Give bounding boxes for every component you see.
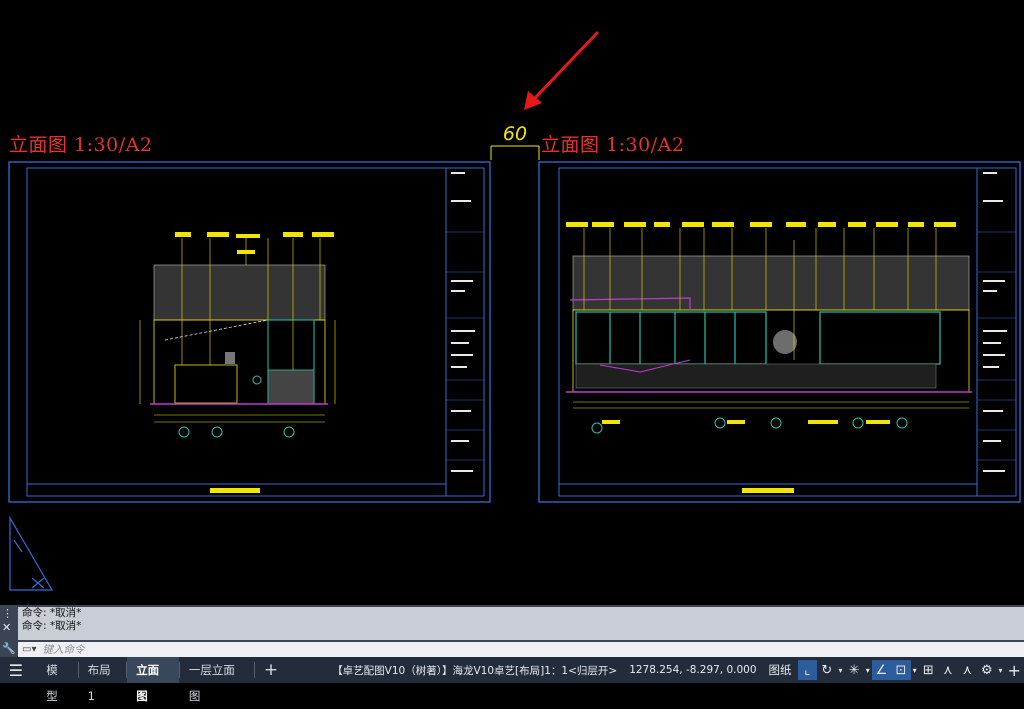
command-history: 命令: *取消* 命令: *取消*: [18, 607, 1024, 640]
close-icon[interactable]: ✕: [2, 621, 11, 634]
polar-tracking-icon[interactable]: ✳: [844, 660, 864, 680]
history-line: 命令: *取消*: [22, 607, 82, 619]
command-input-placeholder: 键入命令: [42, 644, 85, 656]
add-tab-button[interactable]: +: [255, 657, 287, 683]
ucs-icon: [9, 515, 54, 591]
file-info: 【卓艺配图V10（树著）】海龙V10卓艺[布局]1：1<归层开>: [332, 664, 618, 677]
drawing-canvas[interactable]: 60 立面图 1:30/A2 立面图 1:30/A2: [0, 0, 1024, 605]
sheet-frame-2[interactable]: [538, 161, 1021, 503]
sheet-frame-1[interactable]: [8, 161, 491, 503]
chevron-down-icon[interactable]: ▾: [864, 660, 872, 680]
tab-first-floor-elevation[interactable]: 一层立面图: [180, 657, 254, 703]
chevron-down-icon[interactable]: ▾: [837, 660, 845, 680]
command-input[interactable]: ▭▾ 键入命令: [18, 642, 1024, 657]
add-icon[interactable]: +: [1004, 660, 1024, 680]
customize-wrench-icon[interactable]: 🔧: [2, 642, 16, 655]
cursor-coordinates[interactable]: 1278.254, -8.297, 0.000: [623, 664, 762, 676]
sheet-title-1: 立面图 1:30/A2: [9, 134, 153, 156]
tab-layout1[interactable]: 布局1: [79, 657, 127, 703]
dynamic-ucs-icon[interactable]: ⊡: [891, 660, 911, 680]
lineweight-icon[interactable]: ⊞: [919, 660, 939, 680]
command-line-panel: ⋮⋮ ✕ 🔧 命令: *取消* 命令: *取消* ▭▾ 键入命令: [0, 605, 1024, 657]
hamburger-menu-icon[interactable]: ☰: [6, 660, 26, 680]
model-space-icon[interactable]: ⌞: [797, 660, 818, 680]
chevron-down-icon[interactable]: ▾: [911, 660, 919, 680]
sheet-title-2: 立面图 1:30/A2: [541, 134, 685, 156]
space-mode[interactable]: 图纸: [763, 662, 798, 678]
command-prompt-icon[interactable]: ▭▾: [22, 644, 36, 655]
annotation-arrow: [524, 30, 600, 110]
status-bar: ☰ 模型 布局1 立面图 一层立面图 + 【卓艺配图V10（树著）】海龙V10卓…: [0, 657, 1024, 703]
dimension-label: 60: [503, 123, 527, 145]
tab-elevation[interactable]: 立面图: [127, 657, 179, 703]
snap-mode-icon[interactable]: ↻: [817, 660, 837, 680]
chevron-down-icon[interactable]: ▾: [997, 660, 1005, 680]
workspace-icon[interactable]: ⋏: [958, 660, 978, 680]
tab-model[interactable]: 模型: [37, 657, 77, 703]
history-line: 命令: *取消*: [22, 620, 82, 632]
object-snap-icon[interactable]: ∠: [871, 660, 892, 680]
settings-gear-icon[interactable]: ⚙: [977, 660, 997, 680]
gap-dimension: 60: [490, 123, 540, 160]
annotation-scale-icon[interactable]: ⋏: [938, 660, 958, 680]
